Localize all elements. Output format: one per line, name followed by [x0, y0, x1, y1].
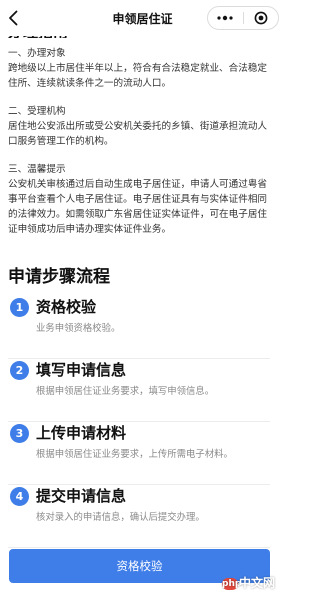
- step-number-badge: 2: [10, 361, 29, 380]
- guide-body: 居住地公安派出所或受公安机关委托的乡镇、街道承担流动人口服务管理工作的机构。: [8, 121, 268, 147]
- close-target-icon[interactable]: [243, 7, 278, 29]
- step-number-badge: 4: [10, 487, 29, 506]
- step-item: 4 提交申请信息 核对录入的申请信息，确认后提交办理。: [8, 485, 270, 548]
- step-name: 上传申请材料: [36, 424, 127, 442]
- step-name: 提交申请信息: [36, 487, 127, 505]
- mini-program-capsule: [207, 6, 279, 30]
- steps-list: 1 资格校验 业务申领资格校验。 2 填写申请信息 根据申领居住证业务要求，填写…: [8, 296, 270, 548]
- more-dots-icon[interactable]: [208, 7, 243, 29]
- guide-heading: 二、受理机构: [8, 106, 66, 117]
- step-name: 资格校验: [36, 298, 97, 316]
- guide-heading: 三、温馨提示: [8, 164, 66, 175]
- step-item: 2 填写申请信息 根据申领居住证业务要求，填写申领信息。: [8, 359, 270, 422]
- step-item: 3 上传申请材料 根据申领居住证业务要求，上传所需电子材料。: [8, 422, 270, 485]
- steps-section-title: 申请步骤流程: [8, 267, 110, 287]
- guide-block-target: 一、办理对象 跨地级以上市居住半年以上，符合有合法稳定就业、合法稳定住所、连续就…: [8, 46, 276, 91]
- step-description: 根据申领居住证业务要求，填写申领信息。: [36, 386, 215, 397]
- step-item: 1 资格校验 业务申领资格校验。: [8, 296, 270, 359]
- guide-body: 公安机关审核通过后自动生成电子居住证，申请人可通过粤省事平台查看个人电子居住证。…: [8, 179, 268, 235]
- watermark-text: 中文网: [239, 576, 276, 590]
- step-number-badge: 1: [10, 298, 29, 317]
- guide-content: 一、办理对象 跨地级以上市居住半年以上，符合有合法稳定就业、合法稳定住所、连续就…: [8, 46, 276, 250]
- guide-block-tips: 三、温馨提示 公安机关审核通过后自动生成电子居住证，申请人可通过粤省事平台查看个…: [8, 162, 276, 237]
- step-description: 根据申领居住证业务要求，上传所需电子材料。: [36, 449, 233, 460]
- guide-block-agency: 二、受理机构 居住地公安派出所或受公安机关委托的乡镇、街道承担流动人口服务管理工…: [8, 104, 276, 149]
- nav-bar: 申领居住证: [0, 0, 285, 36]
- step-name: 填写申请信息: [36, 361, 127, 379]
- step-description: 核对录入的申请信息，确认后提交办理。: [36, 512, 205, 523]
- step-number-badge: 3: [10, 424, 29, 443]
- watermark-logo: php: [222, 577, 242, 590]
- step-description: 业务申领资格校验。: [36, 323, 121, 334]
- watermark: php中文网: [222, 574, 275, 591]
- guide-heading: 一、办理对象: [8, 48, 66, 59]
- guide-body: 跨地级以上市居住半年以上，符合有合法稳定就业、合法稳定住所、连续就读条件之一的流…: [8, 63, 268, 89]
